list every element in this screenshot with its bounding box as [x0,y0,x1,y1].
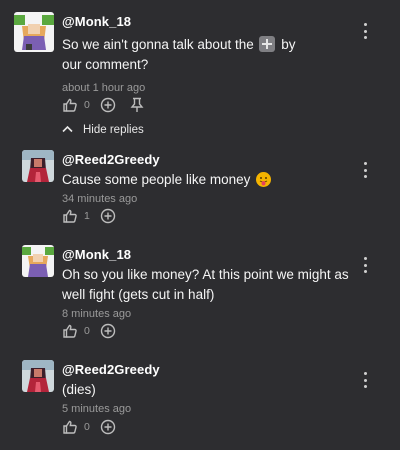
comment-text-part: by [281,37,296,52]
chevron-up-icon [62,124,73,136]
hide-replies-label: Hide replies [83,124,144,136]
comment-author[interactable]: @Reed2Greedy [62,152,160,167]
comment-actions: 0 [62,322,116,340]
comment-text-part: our comment? [62,57,149,72]
add-reaction-icon[interactable] [100,208,116,224]
comment-author[interactable]: @Monk_18 [62,14,131,29]
more-options-icon[interactable] [360,162,370,178]
comment-text-part: (dies) [62,382,96,397]
comment-timestamp: 8 minutes ago [62,308,132,320]
more-options-icon[interactable] [360,257,370,273]
avatar[interactable] [22,150,54,182]
more-options-icon[interactable] [360,372,370,388]
like-count: 1 [84,210,90,222]
like-icon[interactable] [62,323,78,339]
avatar[interactable] [22,360,54,392]
like-count: 0 [84,99,90,111]
comment-author[interactable]: @Monk_18 [62,247,131,262]
add-reaction-icon[interactable] [100,97,116,113]
comment-text: Oh so you like money? At this point we m… [62,265,362,305]
like-icon[interactable] [62,208,78,224]
comment-text-part: well fight (gets cut in half) [62,287,215,302]
comment-text: So we ain't gonna talk about the by our … [62,35,362,75]
comment-text: (dies) [62,380,362,400]
pin-icon[interactable] [130,97,144,113]
comment-text-part: Cause some people like money [62,172,251,187]
add-reaction-icon[interactable] [100,323,116,339]
like-count: 0 [84,325,90,337]
like-icon[interactable] [62,97,78,113]
comment-thread: @Monk_18 So we ain't gonna talk about th… [0,0,400,450]
comment-actions: 0 [62,418,116,436]
comment-author[interactable]: @Reed2Greedy [62,362,160,377]
comment-actions: 1 [62,207,116,225]
heavy-plus-sign-emoji-icon [259,36,276,52]
like-count: 0 [84,421,90,433]
more-options-icon[interactable] [360,23,370,39]
comment-text: Cause some people like money [62,170,362,190]
comment-timestamp: 34 minutes ago [62,193,138,205]
comment-text-part: So we ain't gonna talk about the [62,37,254,52]
hide-replies-button[interactable]: Hide replies [62,124,144,136]
comment-text-part: Oh so you like money? At this point we m… [62,267,349,282]
avatar[interactable] [22,245,54,277]
like-icon[interactable] [62,419,78,435]
comment-actions: 0 [62,96,144,114]
add-reaction-icon[interactable] [100,419,116,435]
avatar[interactable] [14,12,54,52]
comment-timestamp: 5 minutes ago [62,403,132,415]
comment-timestamp: about 1 hour ago [62,82,146,94]
tongue-out-emoji-icon [256,172,272,187]
